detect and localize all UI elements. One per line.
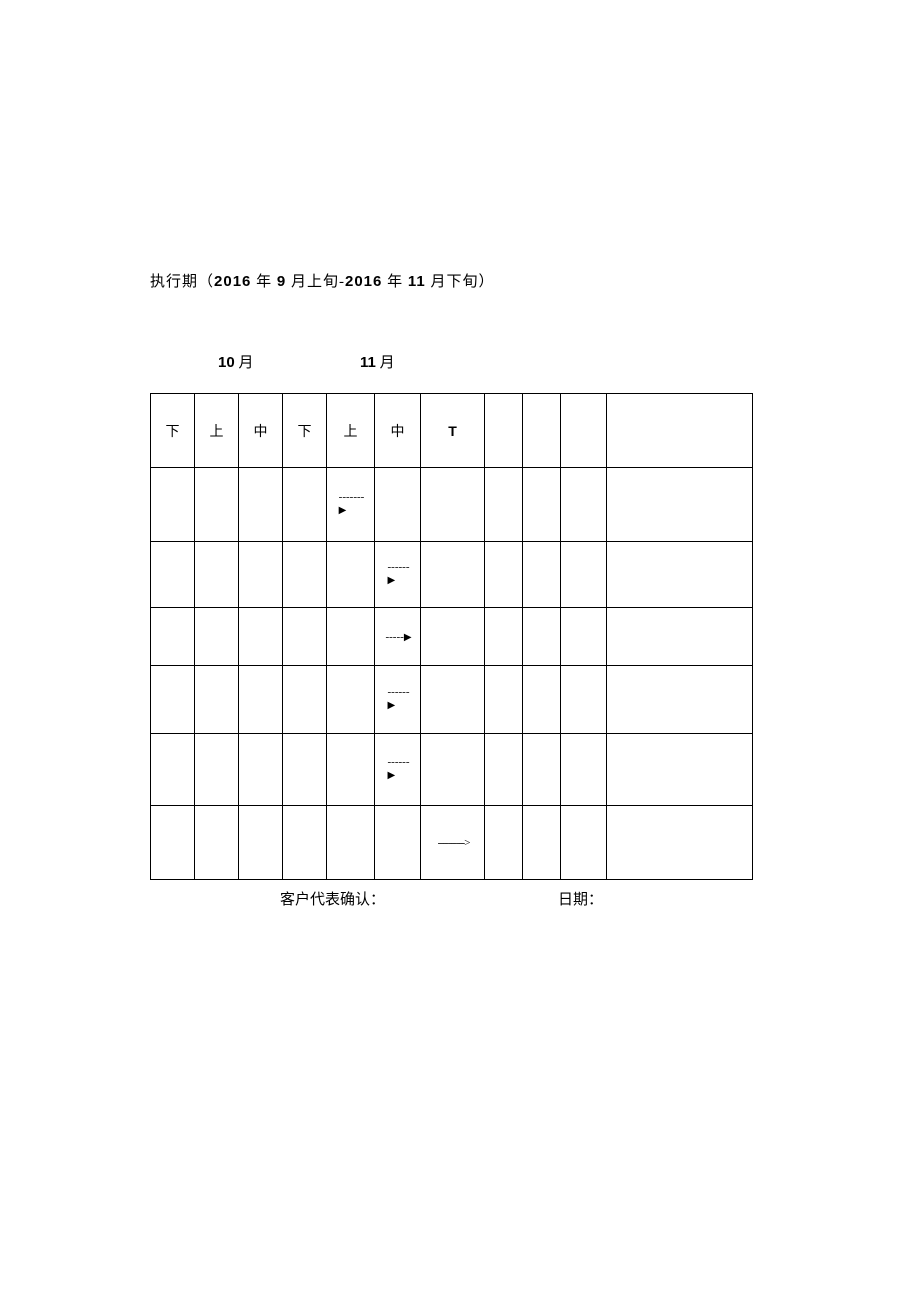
arrow-dashes: -----: [385, 631, 403, 643]
col-header: 中: [375, 394, 421, 468]
col-header: [607, 394, 753, 468]
col-header: [485, 394, 523, 468]
arrow-dashes: ------: [388, 686, 410, 698]
month-11-num: 11: [360, 354, 376, 371]
table-row: ---------->: [151, 806, 753, 880]
schedule-table: 下 上 中 下 上 中 T ------- ▶: [150, 393, 753, 880]
arrow-icon: -----▶: [383, 631, 411, 643]
month-labels-row: 10 月 11 月: [150, 351, 770, 375]
arrow-dashes: -------: [339, 491, 365, 503]
title-month2: 11: [408, 273, 426, 290]
title-suffix: 月下旬）: [426, 274, 495, 290]
arrow-cell: -----▶: [375, 608, 421, 666]
arrow-triangle-icon: ▶: [388, 700, 410, 712]
arrow-icon: ------- ▶: [337, 491, 365, 516]
title-month1: 9: [277, 273, 286, 290]
table-header-row: 下 上 中 下 上 中 T: [151, 394, 753, 468]
month-10-suf: 月: [235, 355, 254, 371]
title-mid2: 月上旬-: [286, 274, 345, 290]
month-10-num: 10: [218, 354, 235, 371]
col-header: 下: [283, 394, 327, 468]
col-header: 中: [239, 394, 283, 468]
arrow-icon: ------ ▶: [386, 686, 410, 711]
title-year1: 2016: [214, 273, 251, 290]
arrow-head-icon: >: [464, 837, 469, 849]
arrow-triangle-icon: ▶: [388, 770, 410, 782]
title-mid3: 年: [382, 274, 408, 290]
month-11-label: 11 月: [360, 351, 395, 372]
arrow-cell: ------ ▶: [375, 666, 421, 734]
table-row: ------ ▶: [151, 542, 753, 608]
arrow-cell: ------ ▶: [375, 734, 421, 806]
title-year2: 2016: [345, 273, 382, 290]
footer-row: 客户代表确认： 日期：: [150, 888, 770, 910]
col-header: [561, 394, 607, 468]
arrow-icon: ------ ▶: [386, 561, 410, 586]
confirm-label: 客户代表确认：: [280, 888, 385, 909]
arrow-triangle-icon: ▶: [404, 632, 412, 643]
title-mid1: 年: [251, 274, 277, 290]
table-row: ------- ▶: [151, 468, 753, 542]
month-11-suf: 月: [376, 355, 395, 371]
month-10-label: 10 月: [218, 351, 253, 372]
col-header: T: [421, 394, 485, 468]
arrow-triangle-icon: ▶: [339, 505, 365, 517]
table-row: ------ ▶: [151, 734, 753, 806]
col-header: [523, 394, 561, 468]
arrow-icon: ---------->: [436, 837, 470, 849]
arrow-dashes: ------: [388, 561, 410, 573]
arrow-triangle-icon: ▶: [388, 575, 410, 587]
arrow-cell: ---------->: [421, 806, 485, 880]
col-header: 上: [327, 394, 375, 468]
arrow-cell: ------- ▶: [327, 468, 375, 542]
col-header: 下: [151, 394, 195, 468]
table-body: -------▶ ------▶ -----▶: [151, 468, 753, 880]
col-header: 上: [195, 394, 239, 468]
table-row: -----▶: [151, 608, 753, 666]
title-prefix: 执行期（: [150, 274, 214, 290]
arrow-dashes: ------: [388, 756, 410, 768]
arrow-dashes: ----------: [438, 837, 465, 849]
arrow-cell: ------ ▶: [375, 542, 421, 608]
date-label: 日期：: [558, 888, 603, 909]
arrow-icon: ------ ▶: [386, 756, 410, 781]
table-row: ------ ▶: [151, 666, 753, 734]
execution-period-title: 执行期（2016 年 9 月上旬-2016 年 11 月下旬）: [150, 270, 770, 291]
document-page: 执行期（2016 年 9 月上旬-2016 年 11 月下旬） 10 月 11 …: [0, 0, 920, 910]
